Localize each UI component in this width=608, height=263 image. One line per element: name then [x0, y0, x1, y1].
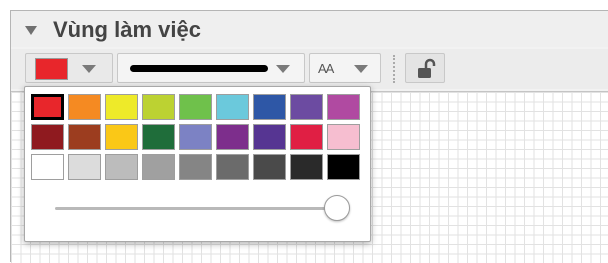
- color-swatch[interactable]: [216, 154, 249, 180]
- text-size-button[interactable]: AA: [309, 53, 381, 83]
- color-swatch[interactable]: [253, 124, 286, 150]
- panel-title: Vùng làm việc: [53, 17, 201, 42]
- color-swatch[interactable]: [216, 94, 249, 120]
- color-swatch[interactable]: [327, 94, 360, 120]
- color-swatch[interactable]: [253, 94, 286, 120]
- current-color-swatch: [35, 58, 68, 80]
- collapse-triangle-icon[interactable]: [25, 26, 37, 35]
- color-palette-popup: [24, 86, 371, 242]
- chevron-down-icon: [276, 65, 290, 73]
- color-swatch[interactable]: [142, 154, 175, 180]
- panel-header[interactable]: Vùng làm việc: [11, 11, 608, 47]
- chevron-down-icon: [354, 65, 368, 73]
- color-swatch[interactable]: [31, 124, 64, 150]
- color-swatch[interactable]: [142, 124, 175, 150]
- opacity-slider-thumb[interactable]: [324, 195, 350, 221]
- toolbar-separator: [393, 55, 395, 83]
- color-picker-button[interactable]: [25, 53, 113, 83]
- color-swatch[interactable]: [68, 94, 101, 120]
- color-swatch[interactable]: [327, 154, 360, 180]
- color-swatch[interactable]: [179, 94, 212, 120]
- color-swatch[interactable]: [105, 124, 138, 150]
- color-swatch[interactable]: [253, 154, 286, 180]
- color-swatch[interactable]: [142, 94, 175, 120]
- opacity-slider-track[interactable]: [55, 207, 337, 210]
- color-swatch[interactable]: [290, 124, 323, 150]
- color-swatch[interactable]: [105, 154, 138, 180]
- color-palette: [31, 94, 360, 180]
- style-toolbar: AA: [11, 49, 608, 89]
- color-swatch[interactable]: [327, 124, 360, 150]
- color-swatch[interactable]: [31, 94, 64, 120]
- chevron-down-icon: [82, 65, 96, 73]
- line-thickness-sample: [130, 65, 268, 72]
- color-swatch[interactable]: [179, 154, 212, 180]
- unlock-icon: [418, 58, 436, 78]
- color-swatch[interactable]: [31, 154, 64, 180]
- lock-toggle-button[interactable]: [405, 53, 445, 83]
- color-swatch[interactable]: [68, 124, 101, 150]
- color-swatch[interactable]: [290, 154, 323, 180]
- color-swatch[interactable]: [68, 154, 101, 180]
- line-style-button[interactable]: [117, 53, 305, 83]
- color-swatch[interactable]: [290, 94, 323, 120]
- color-swatch[interactable]: [179, 124, 212, 150]
- text-size-label: AA: [318, 61, 334, 76]
- color-swatch[interactable]: [105, 94, 138, 120]
- color-swatch[interactable]: [216, 124, 249, 150]
